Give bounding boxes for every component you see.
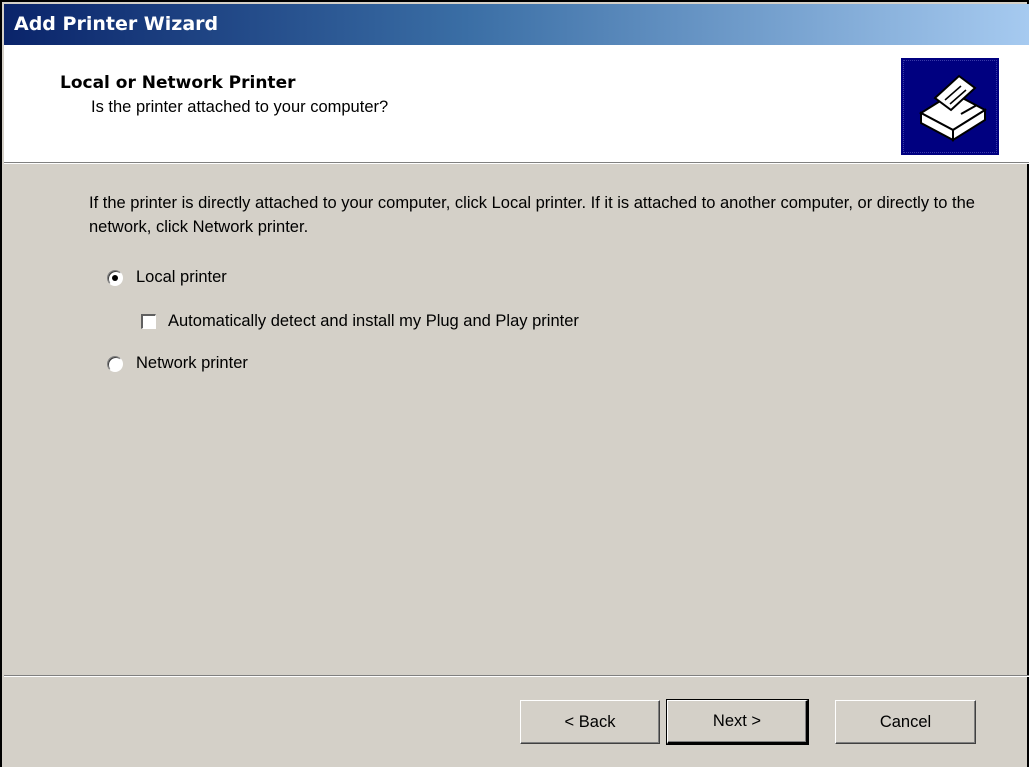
footer-divider-highlight	[4, 676, 1029, 677]
local-printer-radio[interactable]	[107, 269, 123, 286]
printer-icon	[901, 58, 999, 155]
title-bar[interactable]: Add Printer Wizard	[4, 4, 1029, 45]
auto-detect-label[interactable]: Automatically detect and install my Plug…	[168, 312, 579, 331]
page-title: Local or Network Printer	[60, 73, 296, 93]
window-title: Add Printer Wizard	[14, 13, 219, 35]
auto-detect-option[interactable]: Automatically detect and install my Plug…	[141, 312, 579, 331]
cancel-button[interactable]: Cancel	[835, 700, 976, 744]
next-button[interactable]: Next >	[666, 699, 809, 745]
page-subtitle: Is the printer attached to your computer…	[91, 98, 389, 116]
header-divider-highlight	[4, 163, 1029, 164]
wizard-window: Add Printer Wizard Local or Network Prin…	[0, 0, 1029, 767]
local-printer-option[interactable]: Local printer	[107, 268, 227, 287]
auto-detect-checkbox[interactable]	[141, 314, 156, 329]
instructions-text: If the printer is directly attached to y…	[89, 194, 975, 236]
wizard-header: Local or Network Printer Is the printer …	[4, 45, 1029, 162]
network-printer-radio[interactable]	[107, 355, 123, 372]
local-printer-label[interactable]: Local printer	[136, 268, 227, 287]
back-button[interactable]: < Back	[520, 700, 660, 744]
network-printer-label[interactable]: Network printer	[136, 354, 248, 373]
network-printer-option[interactable]: Network printer	[107, 354, 248, 373]
